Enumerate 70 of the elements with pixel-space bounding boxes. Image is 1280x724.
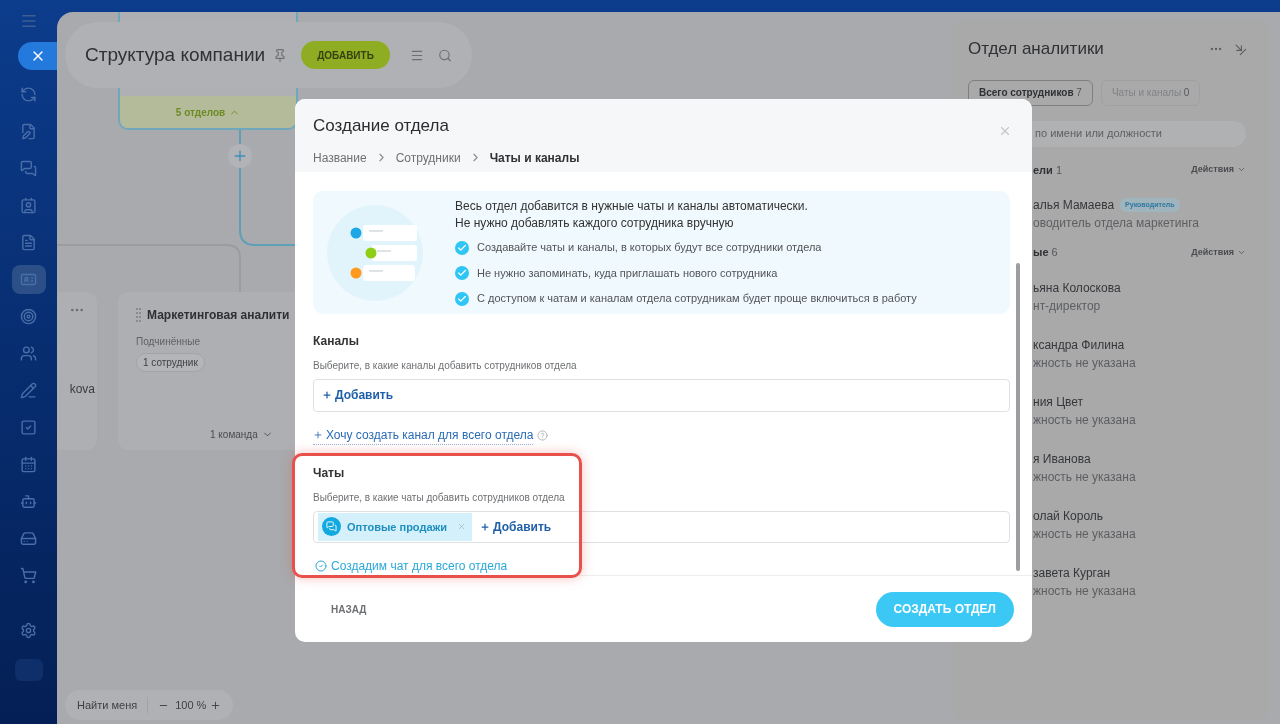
employee-name: kova xyxy=(69,381,95,398)
menu-icon[interactable] xyxy=(19,12,38,30)
zoom-level: 100 % xyxy=(175,697,207,713)
section-title: Чаты xyxy=(313,464,346,482)
check-icon xyxy=(455,291,469,306)
employee-position: жность не указана xyxy=(1033,525,1137,543)
channels-field[interactable]: Добавить xyxy=(313,379,1010,412)
add-link[interactable]: Добавить xyxy=(480,517,552,536)
benefit-text: С доступом к чатам и каналам отдела сотрудникам будет проще включиться в работу xyxy=(477,291,917,307)
pin-icon[interactable] xyxy=(273,47,288,63)
back-button[interactable]: НАЗАД xyxy=(331,601,367,617)
employee-position: жность не указана xyxy=(1033,468,1137,486)
employee-position: жность не указана xyxy=(1033,582,1137,600)
add-node-button[interactable] xyxy=(228,144,252,168)
employee-name[interactable]: ксандра Филина xyxy=(1033,335,1125,354)
search-icon[interactable] xyxy=(437,47,452,63)
chats-field[interactable]: Оптовые продажи Добавить xyxy=(313,510,1010,543)
zoom-in-icon[interactable] xyxy=(210,699,222,711)
group-title: ели 1 xyxy=(1033,162,1063,178)
step-link[interactable]: Сотрудники xyxy=(395,148,461,167)
check-icon xyxy=(455,266,469,281)
subordinates-label: Подчинённые xyxy=(136,335,201,349)
benefit-text: Создавайте чаты и каналы, в которых будут все сотрудники отдела xyxy=(477,240,822,256)
plus-icon xyxy=(480,521,491,532)
department-title: Маркетинговая аналити xyxy=(147,307,290,324)
plus-icon xyxy=(232,148,248,164)
section-title: Каналы xyxy=(313,333,360,351)
close-button[interactable] xyxy=(17,42,58,70)
employee-name[interactable]: я Иванова xyxy=(1033,449,1091,468)
chat-tag[interactable]: Оптовые продажи xyxy=(318,512,473,541)
add-button[interactable]: ДОБАВИТЬ xyxy=(301,41,390,69)
employee-name[interactable]: олай Король xyxy=(1033,506,1104,525)
create-channel-link[interactable]: Хочу создать канал для всего отдела xyxy=(313,425,534,445)
section-hint: Выберите, в какие чаты добавить сотрудников отдела xyxy=(313,490,566,505)
plus-icon xyxy=(322,390,332,401)
scrollbar[interactable] xyxy=(1016,263,1020,571)
employee-name[interactable]: завета Курган xyxy=(1033,563,1110,582)
employee-count-badge: 1 сотрудник xyxy=(136,353,205,372)
info-text: Весь отдел добавится в нужные чаты и каналы автоматически. xyxy=(455,198,809,216)
help-icon[interactable] xyxy=(537,429,549,441)
employee-name[interactable]: ния Цвет xyxy=(1033,392,1084,411)
add-link[interactable]: Добавить xyxy=(322,386,394,405)
step-link[interactable]: Чаты и каналы xyxy=(489,148,580,167)
check-circle-icon xyxy=(315,560,327,572)
actions-dropdown[interactable]: Действия xyxy=(1191,245,1246,259)
remove-icon[interactable] xyxy=(457,522,467,532)
benefit-text: Не нужно запоминать, куда приглашать нового сотрудника xyxy=(477,265,778,281)
find-me-button[interactable]: Найти меня xyxy=(77,696,149,714)
close-icon[interactable] xyxy=(998,124,1012,138)
info-text: Не нужно добавлять каждого сотрудника вручную xyxy=(455,215,735,233)
plus-icon xyxy=(313,429,323,440)
employee-position: жность не указана xyxy=(1033,411,1137,429)
drag-handle-icon[interactable] xyxy=(136,308,141,322)
employee-name[interactable]: алья Мамаева xyxy=(1033,196,1115,214)
employee-name[interactable]: ьяна Колоскова xyxy=(1033,278,1121,297)
id-card-icon[interactable] xyxy=(11,265,46,294)
step-link[interactable]: Название xyxy=(313,148,367,167)
check-icon xyxy=(455,240,469,255)
dialog-title: Создание отдела xyxy=(313,116,449,135)
section-hint: Выберите, в какие каналы добавить сотрудников отдела xyxy=(313,359,578,374)
panel-title: Отдел аналитики xyxy=(968,38,1104,60)
create-chat-note: Создадим чат для всего отдела xyxy=(331,558,508,575)
employee-position: жность не указана xyxy=(1033,354,1137,372)
employee-position: нт-директор xyxy=(1033,297,1102,315)
page-title: Структура компании xyxy=(85,42,266,67)
employee-position: оводитель отдела маркетинга xyxy=(1033,215,1200,232)
actions-dropdown[interactable]: Действия xyxy=(1191,163,1246,177)
teams-toggle[interactable]: 1 команда xyxy=(210,427,273,442)
chat-icon xyxy=(322,517,341,537)
group-title: ые 6 xyxy=(1033,245,1058,260)
